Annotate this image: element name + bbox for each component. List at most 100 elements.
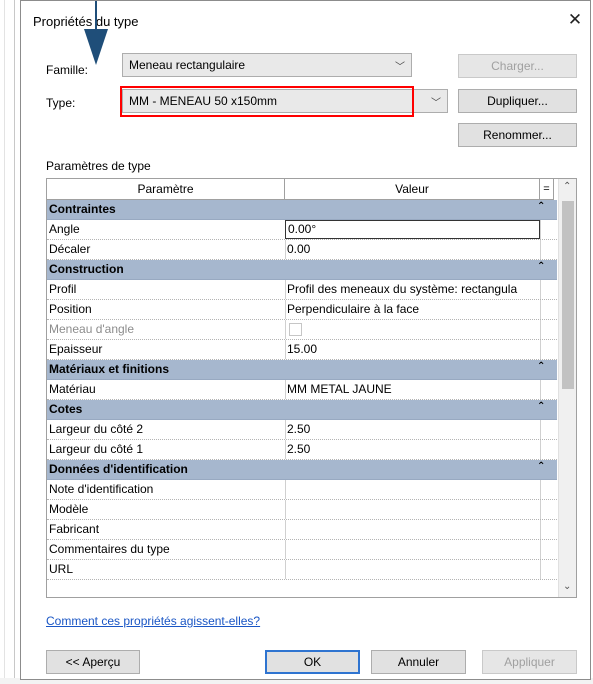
parameter-row[interactable]: Profil Profil des meneaux du système: rec… (47, 280, 557, 300)
parameter-row[interactable]: Fabricant (47, 520, 557, 540)
parameter-value[interactable]: 0.00 (285, 240, 541, 259)
corner-mullion-checkbox (289, 323, 302, 336)
parameter-value[interactable]: Profil des meneaux du système: rectangul… (285, 280, 541, 299)
parameter-value[interactable] (285, 540, 541, 559)
scroll-down-icon[interactable]: ⌄ (563, 581, 571, 592)
parameter-row[interactable]: URL (47, 560, 557, 580)
rename-button[interactable]: Renommer... (458, 123, 577, 147)
parameter-name: Profil (47, 280, 286, 299)
collapse-icon[interactable]: ⌃ (537, 461, 545, 472)
help-link[interactable]: Comment ces propriétés agissent-elles? (46, 614, 260, 628)
parameter-name: Décaler (47, 240, 286, 259)
cancel-button[interactable]: Annuler (371, 650, 466, 674)
background-window-edge (0, 0, 15, 684)
formula-cell (540, 300, 557, 319)
grid-scrollbar[interactable]: ⌃ ⌄ (558, 179, 576, 597)
parameter-value[interactable]: 15.00 (285, 340, 541, 359)
parameter-name: Largeur du côté 2 (47, 420, 286, 439)
group-title: Matériaux et finitions (49, 362, 170, 376)
group-header[interactable]: Construction ⌃ (47, 260, 557, 280)
parameter-row[interactable]: Meneau d'angle (47, 320, 557, 340)
group-title: Données d'identification (49, 462, 188, 476)
parameter-name: Angle (47, 220, 286, 239)
collapse-icon[interactable]: ⌃ (537, 361, 545, 372)
formula-cell (540, 560, 557, 579)
formula-cell (540, 480, 557, 499)
parameter-row[interactable]: Matériau MM METAL JAUNE (47, 380, 557, 400)
parameter-name: URL (47, 560, 286, 579)
ok-button[interactable]: OK (265, 650, 360, 674)
parameter-name: Meneau d'angle (47, 320, 286, 339)
apply-button[interactable]: Appliquer (482, 650, 577, 674)
parameter-name: Modèle (47, 500, 286, 519)
type-properties-dialog: Propriétés du type ✕ Famille: Meneau rec… (20, 0, 591, 680)
scroll-thumb[interactable] (562, 201, 574, 389)
formula-cell (540, 280, 557, 299)
formula-cell (540, 420, 557, 439)
parameter-row[interactable]: Décaler 0.00 (47, 240, 557, 260)
group-title: Construction (49, 262, 124, 276)
group-header[interactable]: Cotes ⌃ (47, 400, 557, 420)
parameter-name: Matériau (47, 380, 286, 399)
parameter-value[interactable]: 2.50 (285, 440, 541, 459)
parameter-row[interactable]: Epaisseur 15.00 (47, 340, 557, 360)
group-title: Contraintes (49, 202, 116, 216)
family-select[interactable]: Meneau rectangulaire ﹀ (122, 53, 412, 77)
column-header-value[interactable]: Valeur (285, 179, 540, 200)
formula-cell (540, 540, 557, 559)
parameter-value[interactable] (285, 500, 541, 519)
formula-cell (540, 340, 557, 359)
parameter-value[interactable]: 2.50 (285, 420, 541, 439)
parameter-value[interactable]: MM METAL JAUNE (285, 380, 541, 399)
formula-cell (540, 500, 557, 519)
parameter-name: Largeur du côté 1 (47, 440, 286, 459)
parameter-value[interactable]: Perpendiculaire à la face (285, 300, 541, 319)
annotation-arrow-icon (84, 29, 108, 65)
annotation-arrow-shaft (95, 1, 97, 31)
group-header[interactable]: Données d'identification ⌃ (47, 460, 557, 480)
parameter-name: Fabricant (47, 520, 286, 539)
duplicate-button[interactable]: Dupliquer... (458, 89, 577, 113)
parameter-row[interactable]: Note d'identification (47, 480, 557, 500)
collapse-icon[interactable]: ⌃ (537, 401, 545, 412)
chevron-down-icon: ﹀ (395, 62, 405, 73)
type-parameters-grid: Paramètre Valeur = Contraintes ⌃ Angle 0.00… (46, 178, 577, 598)
parameter-name: Position (47, 300, 286, 319)
background-line (4, 0, 5, 684)
collapse-icon[interactable]: ⌃ (537, 261, 545, 272)
parameter-row[interactable]: Modèle (47, 500, 557, 520)
family-label: Famille: (46, 63, 89, 77)
type-highlight-box (120, 86, 414, 117)
parameter-row[interactable]: Angle 0.00° (47, 220, 557, 240)
parameter-name: Commentaires du type (47, 540, 286, 559)
preview-button[interactable]: << Aperçu (46, 650, 140, 674)
parameter-row[interactable]: Position Perpendiculaire à la face (47, 300, 557, 320)
formula-cell (540, 220, 557, 239)
formula-cell (540, 240, 557, 259)
parameter-rows: Contraintes ⌃ Angle 0.00° Décaler 0.00 Constru… (47, 200, 557, 580)
group-header[interactable]: Contraintes ⌃ (47, 200, 557, 220)
formula-cell (540, 520, 557, 539)
chevron-down-icon: ﹀ (431, 98, 441, 109)
parameter-row[interactable]: Commentaires du type (47, 540, 557, 560)
parameter-value[interactable] (285, 480, 541, 499)
parameter-value[interactable] (285, 520, 541, 539)
column-header-parameter[interactable]: Paramètre (47, 179, 285, 200)
parameter-name: Note d'identification (47, 480, 286, 499)
collapse-icon[interactable]: ⌃ (537, 201, 545, 212)
group-header[interactable]: Matériaux et finitions ⌃ (47, 360, 557, 380)
parameter-row[interactable]: Largeur du côté 2 2.50 (47, 420, 557, 440)
load-button[interactable]: Charger... (458, 54, 577, 78)
parameter-value[interactable] (285, 560, 541, 579)
close-icon[interactable]: ✕ (564, 9, 586, 31)
formula-cell (540, 440, 557, 459)
family-value: Meneau rectangulaire (129, 58, 246, 72)
type-label: Type: (46, 96, 76, 110)
column-header-formula[interactable]: = (540, 179, 554, 200)
formula-cell (540, 320, 557, 339)
scroll-up-icon[interactable]: ⌃ (563, 181, 571, 192)
parameter-value[interactable] (285, 320, 541, 339)
value-edit-field[interactable]: 0.00° (285, 220, 540, 239)
dialog-title: Propriétés du type (33, 14, 139, 29)
parameter-row[interactable]: Largeur du côté 1 2.50 (47, 440, 557, 460)
